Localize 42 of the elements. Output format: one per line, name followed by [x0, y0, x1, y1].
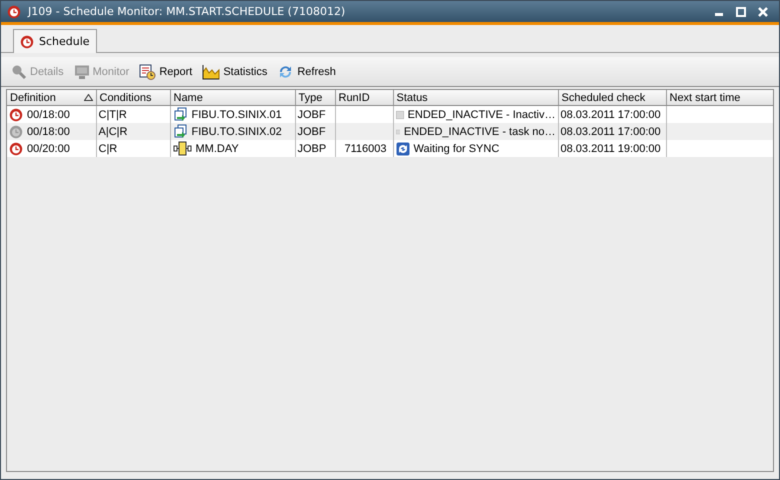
tab[interactable]: Schedule: [13, 29, 97, 53]
toolbar-button[interactable]: Refresh: [277, 64, 336, 80]
table-cell: A|C|R: [96, 123, 170, 140]
column-header[interactable]: Scheduled check: [558, 90, 666, 106]
column-header[interactable]: Next start time: [666, 90, 773, 106]
column-header[interactable]: Status: [393, 90, 558, 106]
table-cell: FIBU.TO.SINIX.02: [192, 126, 282, 138]
column-header[interactable]: Type: [295, 90, 335, 106]
clock-icon: [20, 34, 34, 48]
table-cell: 08.03.2011 17:00:00: [558, 106, 666, 123]
table-cell: 7116003: [335, 140, 393, 157]
maximize-button[interactable]: [735, 6, 747, 18]
table-cell: ENDED_INACTIVE - Inactiv…: [408, 108, 556, 120]
chart-icon: [202, 64, 220, 80]
table-cell: C|T|R: [96, 106, 170, 123]
table-cell: JOBP: [295, 140, 335, 157]
table-cell: JOBF: [295, 123, 335, 140]
table-cell: 08.03.2011 17:00:00: [558, 123, 666, 140]
column-header[interactable]: RunID: [335, 90, 393, 106]
magnifier-icon: [11, 64, 27, 80]
column-header[interactable]: Definition: [7, 90, 96, 106]
monitor-icon: [74, 64, 90, 80]
clock-icon: [7, 4, 21, 18]
toolbar-button[interactable]: Statistics: [202, 64, 268, 80]
table-cell: C|R: [96, 140, 170, 157]
column-header[interactable]: Conditions: [96, 90, 170, 106]
table-cell: 08.03.2011 19:00:00: [558, 140, 666, 157]
table-cell: Waiting for SYNC: [414, 142, 500, 154]
column-header[interactable]: Name: [170, 90, 295, 106]
table-cell: 00/18:00: [27, 108, 70, 120]
table-cell: MM.DAY: [196, 142, 239, 154]
toolbar-button[interactable]: Report: [139, 64, 192, 80]
sort-icon: [84, 94, 92, 101]
report-icon: [139, 64, 156, 80]
window-title: J109 - Schedule Monitor: MM.START.SCHEDULE (7108012): [28, 5, 346, 18]
close-button[interactable]: [757, 6, 769, 18]
table-cell: FIBU.TO.SINIX.01: [192, 108, 282, 120]
table-cell: JOBF: [295, 106, 335, 123]
table-cell: ENDED_INACTIVE - task no…: [404, 126, 556, 138]
table-cell: 00/18:00: [27, 126, 70, 138]
column-label: Definition: [10, 92, 56, 104]
table-cell: 00/20:00: [27, 142, 70, 154]
